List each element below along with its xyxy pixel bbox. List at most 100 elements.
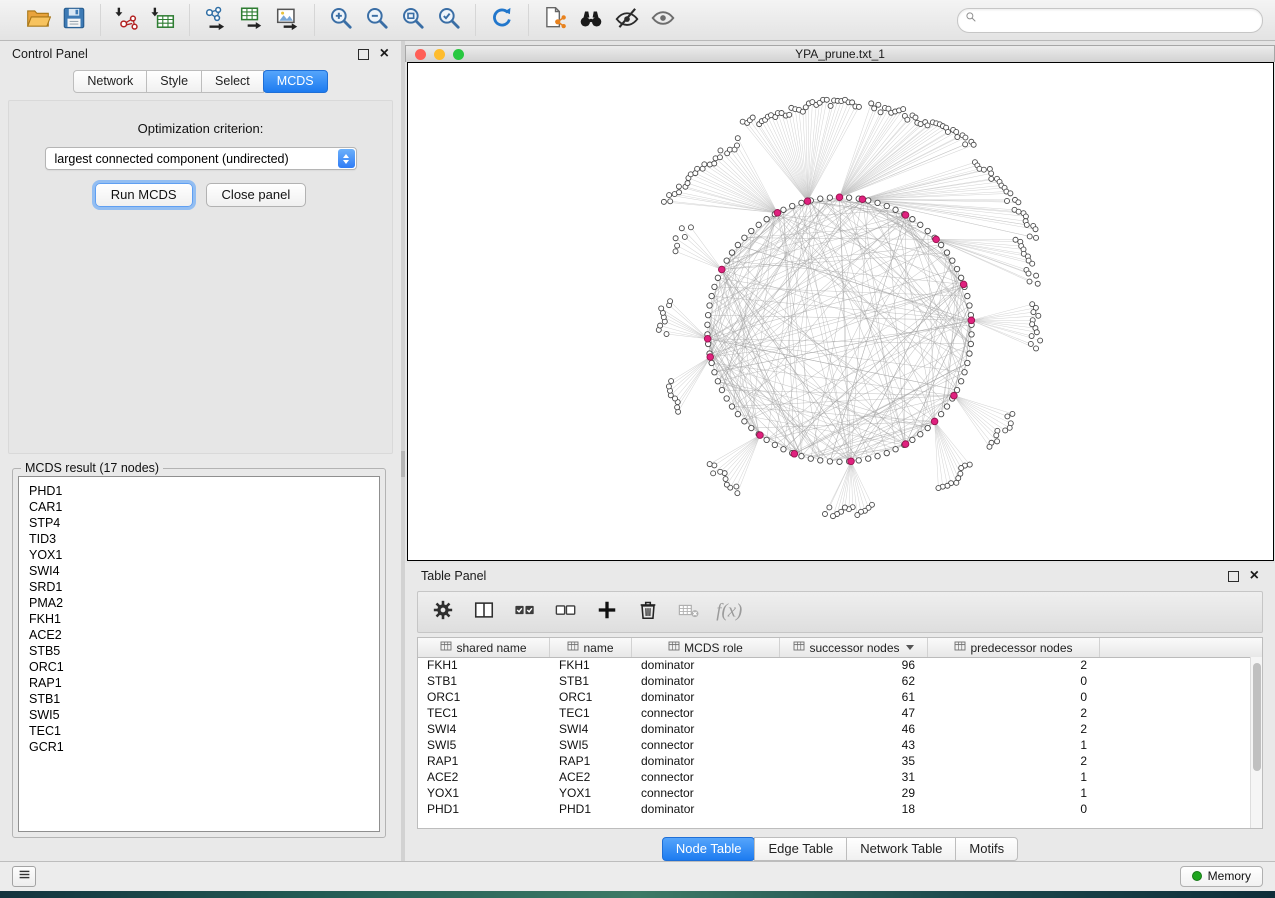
table-row[interactable]: YOX1YOX1connector291 bbox=[418, 785, 1250, 801]
column-header-predecessor-nodes[interactable]: predecessor nodes bbox=[928, 638, 1100, 657]
network-graph[interactable] bbox=[408, 63, 1273, 560]
table-cell-shared_name: YOX1 bbox=[418, 786, 550, 800]
show-graphics-button[interactable] bbox=[646, 4, 680, 36]
main-toolbar bbox=[0, 0, 1275, 41]
find-button[interactable] bbox=[574, 4, 608, 36]
result-node-item[interactable]: ACE2 bbox=[29, 627, 379, 643]
search-box[interactable] bbox=[957, 8, 1263, 33]
column-header-successor-nodes[interactable]: successor nodes bbox=[780, 638, 928, 657]
table-row[interactable]: STB1STB1dominator620 bbox=[418, 673, 1250, 689]
table-scrollbar-thumb[interactable] bbox=[1253, 663, 1261, 771]
result-node-item[interactable]: TEC1 bbox=[29, 723, 379, 739]
tab-edge-table[interactable]: Edge Table bbox=[754, 837, 847, 861]
fx-button[interactable]: f(x) bbox=[718, 600, 742, 624]
table-cell-predecessors: 0 bbox=[928, 802, 1100, 816]
close-panel-button[interactable]: Close panel bbox=[206, 183, 307, 207]
select-all-button[interactable] bbox=[513, 600, 537, 624]
result-node-item[interactable]: RAP1 bbox=[29, 675, 379, 691]
column-header-shared-name[interactable]: shared name bbox=[418, 638, 550, 657]
maximize-window-icon[interactable] bbox=[453, 49, 464, 60]
table-cell-shared_name: SWI4 bbox=[418, 722, 550, 736]
delete-button[interactable] bbox=[636, 600, 660, 624]
optimization-criterion-dropdown[interactable]: largest connected component (undirected) bbox=[45, 147, 357, 170]
column-header-MCDS-role[interactable]: MCDS role bbox=[632, 638, 780, 657]
toolbar-button-groups bbox=[12, 4, 689, 36]
tab-motifs[interactable]: Motifs bbox=[955, 837, 1018, 861]
import-table-button[interactable] bbox=[146, 4, 180, 36]
tab-mcds[interactable]: MCDS bbox=[263, 70, 328, 93]
zoom-in-button[interactable] bbox=[324, 4, 358, 36]
result-node-item[interactable]: YOX1 bbox=[29, 547, 379, 563]
filter-edges-button[interactable] bbox=[610, 4, 644, 36]
refresh-button[interactable] bbox=[485, 4, 519, 36]
export-network-button[interactable] bbox=[199, 4, 233, 36]
tab-style[interactable]: Style bbox=[146, 70, 202, 93]
table-row[interactable]: SWI5SWI5connector431 bbox=[418, 737, 1250, 753]
share-network-button[interactable] bbox=[538, 4, 572, 36]
unselect-all-button[interactable] bbox=[554, 600, 578, 624]
result-node-item[interactable]: TID3 bbox=[29, 531, 379, 547]
save-button[interactable] bbox=[57, 4, 91, 36]
memory-button[interactable]: Memory bbox=[1180, 866, 1263, 887]
network-window-titlebar[interactable]: YPA_prune.txt_1 bbox=[405, 45, 1275, 62]
mcds-result-title: MCDS result (17 nodes) bbox=[21, 461, 163, 475]
close-window-icon[interactable] bbox=[415, 49, 426, 60]
close-table-panel-icon[interactable]: × bbox=[1250, 571, 1259, 581]
table-row[interactable]: FKH1FKH1dominator962 bbox=[418, 657, 1250, 673]
result-node-item[interactable]: PHD1 bbox=[29, 483, 379, 499]
result-node-item[interactable]: STB1 bbox=[29, 691, 379, 707]
float-panel-icon[interactable] bbox=[358, 49, 369, 60]
result-node-item[interactable]: GCR1 bbox=[29, 739, 379, 755]
status-menu-button[interactable] bbox=[12, 866, 36, 887]
table-row[interactable]: ACE2ACE2connector311 bbox=[418, 769, 1250, 785]
table-grid-icon bbox=[567, 640, 579, 655]
result-node-item[interactable]: PMA2 bbox=[29, 595, 379, 611]
tab-network-table[interactable]: Network Table bbox=[846, 837, 956, 861]
run-mcds-button[interactable]: Run MCDS bbox=[95, 183, 193, 207]
table-row[interactable]: SWI4SWI4dominator462 bbox=[418, 721, 1250, 737]
status-bar: Memory bbox=[0, 861, 1275, 891]
close-panel-icon[interactable]: × bbox=[380, 49, 389, 59]
export-network-icon bbox=[203, 5, 229, 36]
unselect-all-icon bbox=[555, 599, 577, 626]
export-table-button[interactable] bbox=[235, 4, 269, 36]
result-node-item[interactable]: SRD1 bbox=[29, 579, 379, 595]
result-node-item[interactable]: SWI5 bbox=[29, 707, 379, 723]
table-cell-name: STB1 bbox=[550, 674, 632, 688]
search-input[interactable] bbox=[983, 12, 1255, 28]
columns-button[interactable] bbox=[472, 600, 496, 624]
delete-table-button[interactable] bbox=[677, 600, 701, 624]
mcds-result-list[interactable]: PHD1CAR1STP4TID3YOX1SWI4SRD1PMA2FKH1ACE2… bbox=[18, 476, 380, 832]
tab-network[interactable]: Network bbox=[73, 70, 147, 93]
delete-icon bbox=[637, 599, 659, 626]
export-image-button[interactable] bbox=[271, 4, 305, 36]
gear-button[interactable] bbox=[431, 600, 455, 624]
zoom-fit-button[interactable] bbox=[396, 4, 430, 36]
network-canvas[interactable] bbox=[407, 62, 1274, 561]
table-row[interactable]: RAP1RAP1dominator352 bbox=[418, 753, 1250, 769]
result-node-item[interactable]: SWI4 bbox=[29, 563, 379, 579]
column-header-name[interactable]: name bbox=[550, 638, 632, 657]
open-button[interactable] bbox=[21, 4, 55, 36]
result-node-item[interactable]: ORC1 bbox=[29, 659, 379, 675]
table-row[interactable]: PHD1PHD1dominator180 bbox=[418, 801, 1250, 817]
table-cell-successors: 18 bbox=[780, 802, 928, 816]
zoom-out-button[interactable] bbox=[360, 4, 394, 36]
result-node-item[interactable]: CAR1 bbox=[29, 499, 379, 515]
table-scrollbar[interactable] bbox=[1250, 657, 1262, 828]
zoom-selected-button[interactable] bbox=[432, 4, 466, 36]
export-image-icon bbox=[275, 5, 301, 36]
table-row[interactable]: TEC1TEC1connector472 bbox=[418, 705, 1250, 721]
minimize-window-icon[interactable] bbox=[434, 49, 445, 60]
import-network-button[interactable] bbox=[110, 4, 144, 36]
table-row[interactable]: ORC1ORC1dominator610 bbox=[418, 689, 1250, 705]
table-cell-predecessors: 2 bbox=[928, 754, 1100, 768]
tab-node-table[interactable]: Node Table bbox=[662, 837, 756, 861]
result-node-item[interactable]: STB5 bbox=[29, 643, 379, 659]
zoom-in-icon bbox=[328, 5, 354, 36]
result-node-item[interactable]: FKH1 bbox=[29, 611, 379, 627]
add-button[interactable] bbox=[595, 600, 619, 624]
float-table-panel-icon[interactable] bbox=[1228, 571, 1239, 582]
result-node-item[interactable]: STP4 bbox=[29, 515, 379, 531]
tab-select[interactable]: Select bbox=[201, 70, 264, 93]
